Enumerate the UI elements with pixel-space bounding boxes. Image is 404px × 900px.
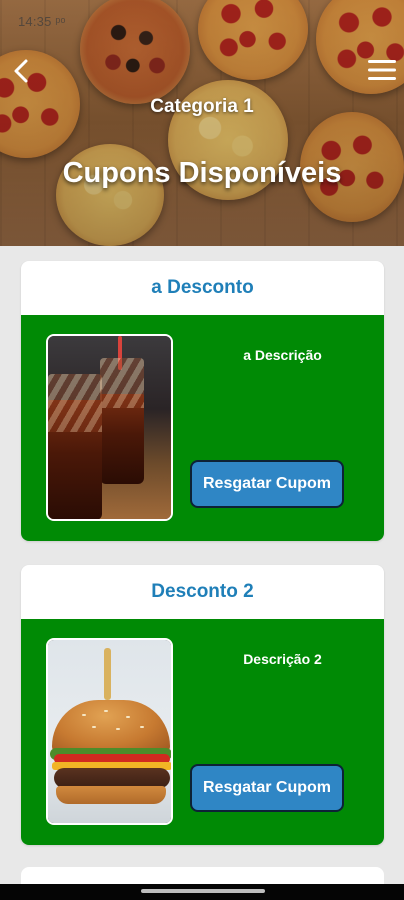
- coupon-description: Descrição 2: [243, 651, 322, 667]
- coupon-title: Desconto 2: [151, 581, 254, 602]
- hamburger-menu-icon: [367, 57, 397, 88]
- page-title: Cupons Disponíveis: [62, 157, 342, 189]
- coupon-card-body: a Descrição Resgatar Cupom: [21, 315, 384, 541]
- menu-button[interactable]: [366, 56, 398, 88]
- category-label: Categoria 1: [150, 96, 254, 117]
- coupon-card: Desconto 2 Descrição 2 Resgatar Cupom: [21, 565, 384, 845]
- chevron-left-icon: [12, 58, 30, 89]
- coupon-title: a Desconto: [151, 277, 254, 298]
- coupon-card-header: Desconto 2: [21, 565, 384, 619]
- back-button[interactable]: [6, 56, 36, 90]
- home-gesture-handle[interactable]: [141, 889, 265, 893]
- coupon-card: a Desconto a Descrição Resgatar Cupom: [21, 261, 384, 541]
- soda-drinks-image: [46, 334, 173, 521]
- redeem-coupon-button[interactable]: Resgatar Cupom: [190, 460, 344, 508]
- header-hero: 14:35 ᵖᵒ Categoria 1 Cupons Disponíveis: [0, 0, 404, 246]
- coupon-card-body: Descrição 2 Resgatar Cupom: [21, 619, 384, 845]
- screen: 14:35 ᵖᵒ Categoria 1 Cupons Disponíveis …: [0, 0, 404, 900]
- redeem-coupon-button[interactable]: Resgatar Cupom: [190, 764, 344, 812]
- hero-overlay: [0, 0, 404, 246]
- burger-image: [46, 638, 173, 825]
- coupon-card-header: a Desconto: [21, 261, 384, 315]
- status-time: 14:35 ᵖᵒ: [18, 14, 66, 29]
- coupon-description: a Descrição: [243, 347, 322, 363]
